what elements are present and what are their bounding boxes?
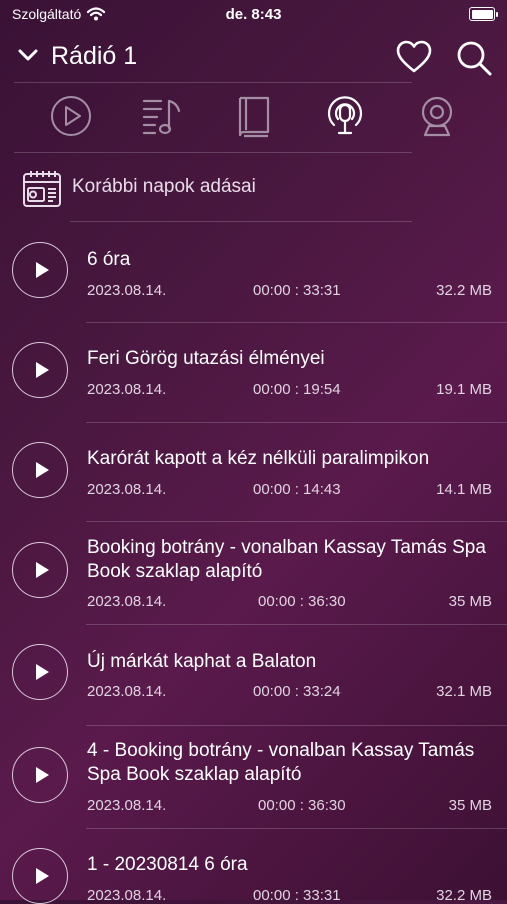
row-divider [86, 322, 507, 323]
episode-date: 2023.08.14. [87, 481, 167, 498]
play-button[interactable] [12, 542, 68, 598]
chevron-down-icon[interactable] [16, 43, 40, 67]
episode-size: 32.1 MB [436, 683, 492, 700]
play-button[interactable] [12, 442, 68, 498]
episode-size: 32.2 MB [436, 282, 492, 299]
episode-duration: 00:00 : 36:30 [258, 797, 346, 814]
music-list-icon [142, 99, 181, 135]
play-icon [35, 462, 49, 478]
episode-date: 2023.08.14. [87, 593, 167, 610]
episode-date: 2023.08.14. [87, 381, 167, 398]
play-button[interactable] [12, 747, 68, 803]
episode-duration: 00:00 : 33:24 [253, 683, 341, 700]
search-icon[interactable] [456, 40, 492, 76]
episode-title: Booking botrány - vonalban Kassay Tamás … [87, 537, 486, 582]
episode-duration: 00:00 : 36:30 [258, 593, 346, 610]
episode-size: 14.1 MB [436, 481, 492, 498]
episode-duration: 00:00 : 33:31 [253, 887, 341, 904]
play-icon [35, 767, 49, 783]
play-icon [35, 362, 49, 378]
play-icon [35, 868, 49, 884]
play-icon [35, 664, 49, 680]
header-divider [14, 82, 412, 83]
play-button[interactable] [12, 242, 68, 298]
episode-size: 35 MB [448, 797, 492, 814]
calendar-radio-icon [23, 171, 61, 207]
previous-days-label: Korábbi napok adásai [72, 176, 256, 197]
episode-title: Új márkát kaphat a Balaton [87, 651, 317, 672]
top-bar: Rádió 1 [0, 34, 507, 80]
tabs-divider [14, 152, 412, 153]
row-divider [86, 725, 507, 726]
status-bar: Szolgáltató de. 8:43 [0, 0, 507, 28]
station-title: Rádió 1 [51, 42, 138, 70]
tab-webcam[interactable] [414, 92, 460, 140]
row-divider [86, 624, 507, 625]
episode-title: Karórát kapott a kéz nélküli paralimpiko… [87, 448, 430, 469]
episode-date: 2023.08.14. [87, 797, 167, 814]
episode-date: 2023.08.14. [87, 683, 167, 700]
heart-icon[interactable] [396, 40, 432, 74]
episode-date: 2023.08.14. [87, 282, 167, 299]
webcam-icon [421, 96, 453, 137]
clock: de. 8:43 [225, 6, 282, 23]
episode-size: 19.1 MB [436, 381, 492, 398]
archive-divider [70, 221, 412, 222]
episode-title: 1 - 20230814 6 óra [87, 854, 248, 875]
previous-days-link[interactable]: Korábbi napok adásai [0, 166, 507, 210]
play-icon [35, 262, 49, 278]
episode-duration: 00:00 : 19:54 [253, 381, 341, 398]
tab-live[interactable] [48, 92, 94, 140]
tab-podcasts[interactable] [322, 92, 368, 140]
play-button[interactable] [12, 342, 68, 398]
episode-size: 32.2 MB [436, 887, 492, 904]
episode-duration: 00:00 : 33:31 [253, 282, 341, 299]
tab-articles[interactable] [230, 92, 276, 140]
episode-date: 2023.08.14. [87, 887, 167, 904]
episode-size: 35 MB [448, 593, 492, 610]
tab-bar [0, 92, 507, 144]
episode-duration: 00:00 : 14:43 [253, 481, 341, 498]
podcast-icon [327, 96, 363, 135]
row-divider [86, 828, 507, 829]
row-divider [86, 422, 507, 423]
episode-title: Feri Görög utazási élményei [87, 348, 325, 369]
play-icon [35, 562, 49, 578]
episode-title: 4 - Booking botrány - vonalban Kassay Ta… [87, 740, 475, 785]
episode-title: 6 óra [87, 249, 131, 270]
row-divider [86, 521, 507, 522]
play-button[interactable] [12, 644, 68, 700]
battery-icon [469, 7, 498, 21]
play-button[interactable] [12, 848, 68, 904]
tab-playlist[interactable] [140, 92, 186, 140]
book-icon [238, 96, 270, 138]
play-circle-icon [51, 96, 91, 136]
